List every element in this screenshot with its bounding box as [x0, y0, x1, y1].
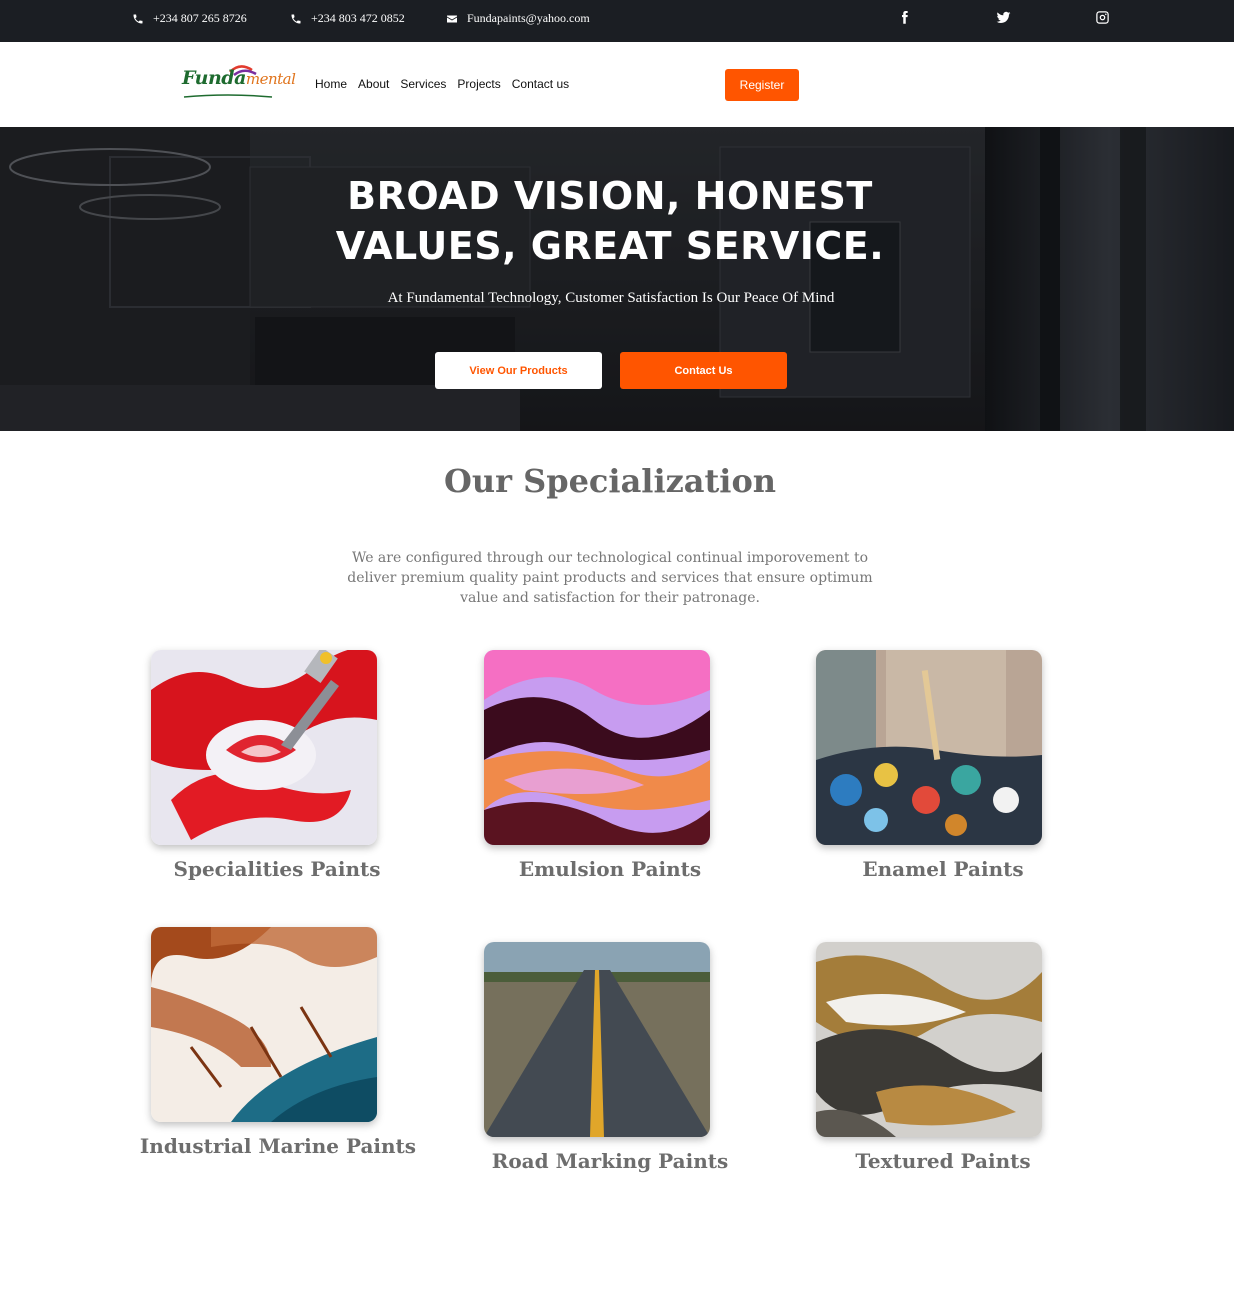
phone-1-text: +234 807 265 8726 [153, 11, 247, 25]
specialities-paints-label[interactable]: Specialities Paints [127, 855, 427, 884]
enamel-paints-label[interactable]: Enamel Paints [793, 855, 1093, 884]
nav-menu: Home About Services Projects Contact us [315, 77, 569, 91]
industrial-marine-paints-label[interactable]: Industrial Marine Paints [128, 1132, 428, 1161]
section-description: We are configured through our technologi… [347, 550, 873, 606]
view-products-button[interactable]: View Our Products [435, 352, 602, 389]
email-text: Fundapaints@yahoo.com [467, 11, 590, 25]
phone-2-text: +234 803 472 0852 [311, 11, 405, 25]
main-navbar: Fundamental Home About Services Projects… [0, 42, 1234, 127]
nav-services[interactable]: Services [400, 77, 446, 91]
specialities-paints-image[interactable] [151, 650, 377, 845]
hero-banner: BROAD VISION, HONEST VALUES, GREAT SERVI… [0, 127, 1234, 431]
nav-projects[interactable]: Projects [457, 77, 500, 91]
phone-2[interactable]: +234 803 472 0852 [290, 11, 405, 26]
section-title: Our Specialization [443, 462, 777, 500]
hero-title-line-2: VALUES, GREAT SERVICE. [335, 224, 885, 268]
register-button[interactable]: Register [725, 69, 799, 101]
enamel-paints-image[interactable] [816, 650, 1042, 845]
facebook-icon[interactable] [895, 8, 913, 26]
mail-icon [447, 15, 457, 22]
hero-title: BROAD VISION, HONEST VALUES, GREAT SERVI… [0, 171, 1220, 271]
hero-title-line-1: BROAD VISION, HONEST [347, 174, 873, 218]
phone-icon [133, 14, 143, 23]
contact-us-button[interactable]: Contact Us [620, 352, 787, 389]
twitter-icon[interactable] [994, 8, 1012, 26]
nav-contact[interactable]: Contact us [512, 77, 569, 91]
industrial-marine-paints-image[interactable] [151, 927, 377, 1122]
logo-text-1: Funda [182, 67, 246, 89]
top-contact-bar: +234 807 265 8726 +234 803 472 0852 Fund… [0, 0, 1234, 42]
site-logo[interactable]: Fundamental [180, 64, 296, 102]
instagram-icon[interactable] [1093, 8, 1111, 26]
phone-icon [291, 14, 301, 23]
road-marking-paints-label[interactable]: Road Marking Paints [460, 1147, 760, 1176]
phone-1[interactable]: +234 807 265 8726 [132, 11, 247, 26]
emulsion-paints-image[interactable] [484, 650, 710, 845]
nav-about[interactable]: About [358, 77, 389, 91]
hero-subtitle: At Fundamental Technology, Customer Sati… [387, 290, 835, 306]
logo-text-2: mental [245, 70, 296, 88]
nav-home[interactable]: Home [315, 77, 347, 91]
emulsion-paints-label[interactable]: Emulsion Paints [460, 855, 760, 884]
textured-paints-image[interactable] [816, 942, 1042, 1137]
road-marking-paints-image[interactable] [484, 942, 710, 1137]
email-link[interactable]: Fundapaints@yahoo.com [446, 11, 590, 26]
textured-paints-label[interactable]: Textured Paints [793, 1147, 1093, 1176]
